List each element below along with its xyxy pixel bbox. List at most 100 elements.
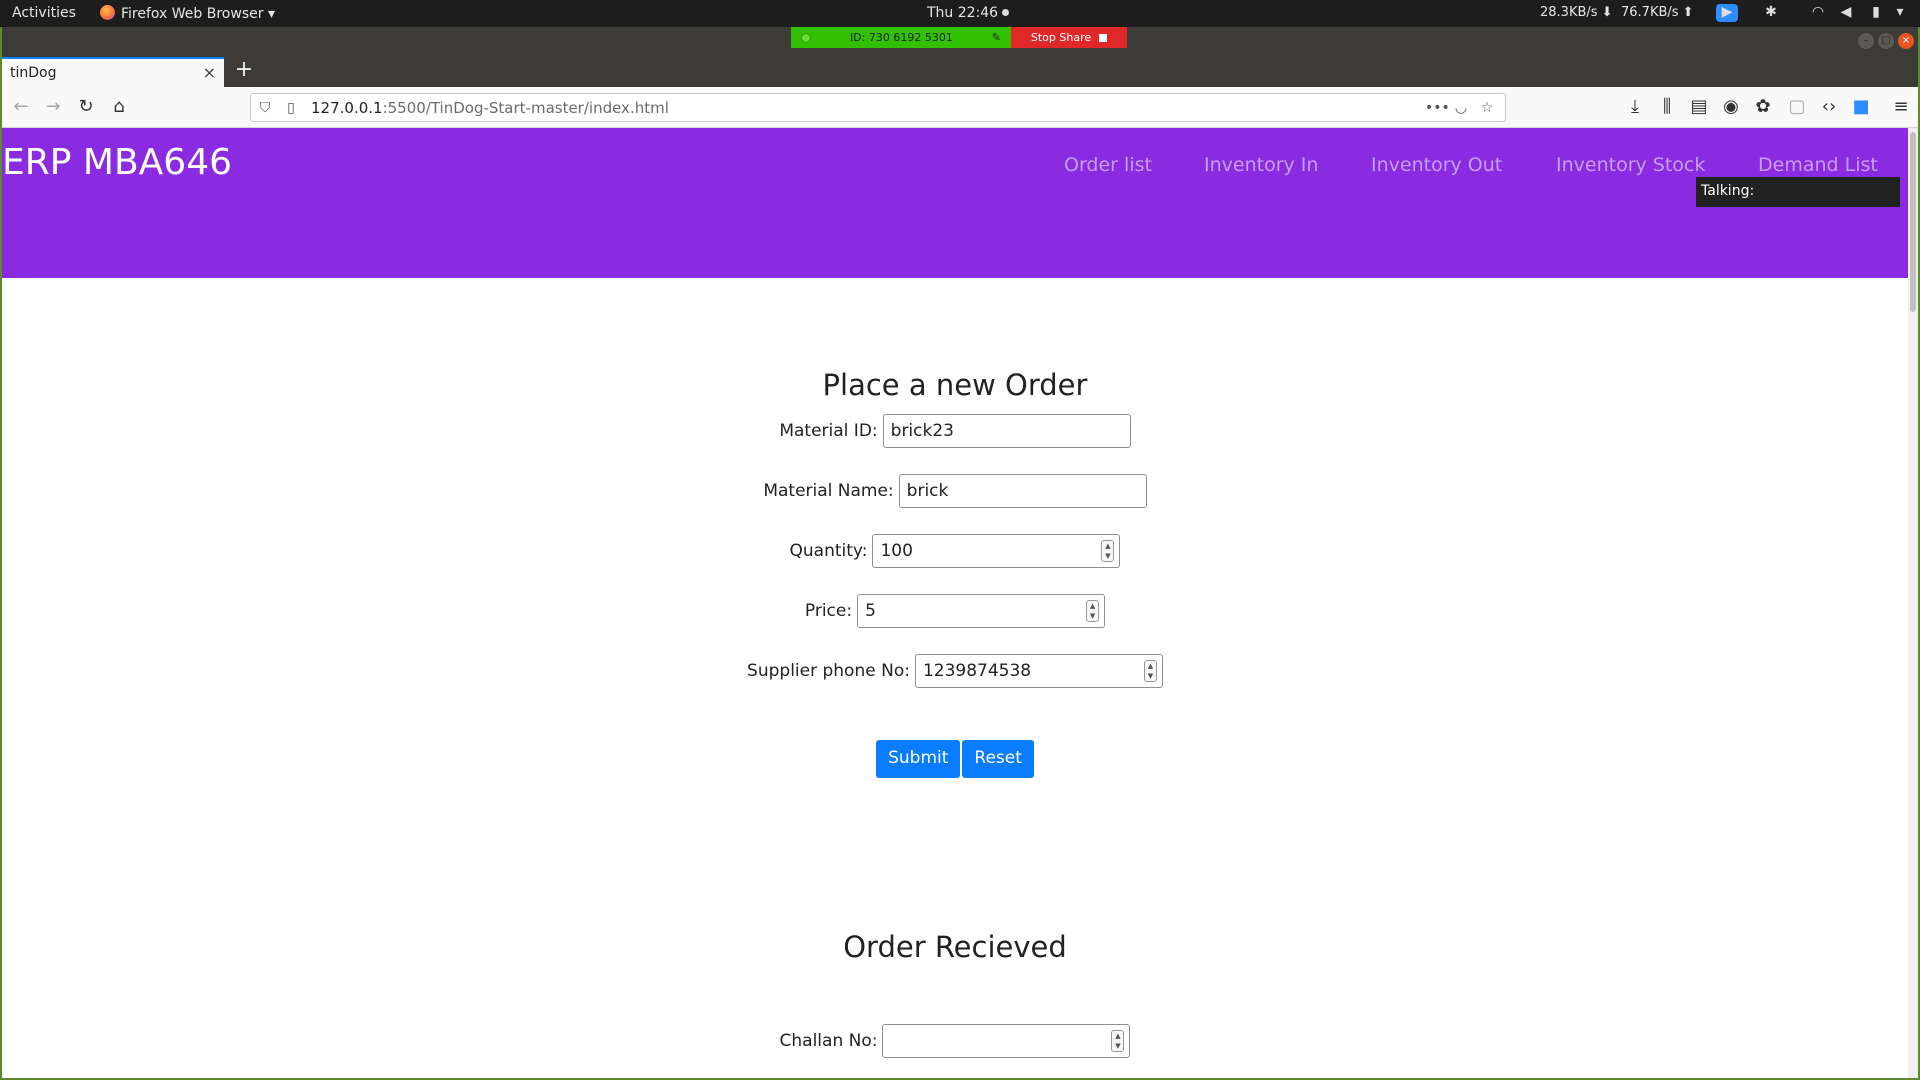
app-menu[interactable]: Firefox Web Browser ▾	[100, 5, 275, 22]
back-icon[interactable]: ←	[10, 96, 32, 118]
order-received-title: Order Recieved	[843, 930, 1067, 964]
challan-label: Challan No:	[779, 1031, 878, 1051]
battery-icon[interactable]: ▮	[1866, 4, 1886, 22]
material-id-value: brick23	[890, 421, 954, 441]
firefox-icon	[100, 5, 115, 20]
site-header: ERP MBA646 Order list Inventory In Inven…	[2, 128, 1908, 278]
net-up-label: 76.7KB/s	[1621, 5, 1679, 20]
material-id-label: Material ID:	[779, 421, 878, 441]
material-id-input[interactable]: brick23	[882, 414, 1131, 448]
page-scrollbar[interactable]	[1908, 128, 1918, 1078]
blank-extension-icon[interactable]: ▢	[1786, 96, 1808, 118]
supplier-phone-label: Supplier phone No:	[747, 661, 910, 681]
challan-stepper[interactable]: ▲ ▼	[1111, 1030, 1125, 1052]
url-bar[interactable]: ⛉ ▯ 127.0.0.1:5500/TinDog-Start-master/i…	[250, 93, 1506, 122]
share-status-icon	[801, 32, 811, 43]
nav-inventory-stock[interactable]: Inventory Stock	[1556, 154, 1705, 176]
sidebar-icon[interactable]: ▤	[1688, 96, 1710, 118]
quantity-value: 100	[880, 541, 913, 561]
challan-row: Challan No: ▲ ▼	[2, 1024, 1908, 1058]
material-name-input[interactable]: brick	[898, 474, 1147, 508]
screen-share-bar: ID: 730 6192 5301 ✎ Stop Share	[791, 27, 1127, 48]
tab-close-icon[interactable]: ×	[203, 63, 216, 82]
price-row: Price: 5 ▲ ▼	[2, 594, 1908, 628]
talking-indicator: Talking:	[1696, 177, 1900, 207]
meeting-id-pill[interactable]: ID: 730 6192 5301 ✎	[791, 27, 1011, 48]
material-name-label: Material Name:	[763, 481, 894, 501]
zoom-tray-icon[interactable]: ▶	[1716, 4, 1738, 22]
stop-icon	[1099, 33, 1108, 42]
bluetooth-icon[interactable]: ✱	[1761, 4, 1781, 22]
quantity-input[interactable]: 100 ▲ ▼	[872, 534, 1121, 568]
net-down: 28.3KB/s ⬇	[1540, 5, 1613, 20]
order-form-title: Place a new Order	[822, 368, 1088, 402]
url-text[interactable]: 127.0.0.1:5500/TinDog-Start-master/index…	[311, 99, 669, 117]
system-top-bar: Activities Firefox Web Browser ▾ Thu 22:…	[0, 0, 1920, 27]
new-tab-icon[interactable]: +	[232, 58, 256, 82]
material-name-value: brick	[906, 481, 949, 501]
shield-icon[interactable]: ⛉	[255, 98, 275, 118]
url-path: :5500/TinDog-Start-master/index.html	[382, 99, 669, 117]
zoom-icon[interactable]: ■	[1850, 96, 1872, 118]
meeting-id-label: ID: 730 6192 5301	[849, 31, 953, 44]
site-brand[interactable]: ERP MBA646	[2, 142, 232, 183]
form-buttons: Submit Reset	[2, 740, 1908, 778]
price-value: 5	[865, 601, 876, 621]
tab-title: tinDog	[10, 65, 57, 81]
price-input[interactable]: 5 ▲ ▼	[857, 594, 1106, 628]
quantity-label: Quantity:	[789, 541, 868, 561]
supplier-phone-value: 1239874538	[922, 661, 1032, 681]
downloads-icon[interactable]: ⤓	[1624, 96, 1646, 118]
title-bar: ID: 730 6192 5301 ✎ Stop Share – □ × tin…	[2, 27, 1918, 87]
pin-icon[interactable]: ✎	[992, 31, 1001, 44]
page-content: ERP MBA646 Order list Inventory In Inven…	[2, 128, 1908, 1078]
reload-icon[interactable]: ↻	[75, 96, 97, 118]
wifi-icon[interactable]: ◠	[1808, 4, 1828, 22]
supplier-phone-stepper[interactable]: ▲ ▼	[1143, 660, 1157, 682]
submit-button[interactable]: Submit	[876, 740, 961, 778]
price-label: Price:	[804, 601, 853, 621]
account-icon[interactable]: ◉	[1720, 96, 1742, 118]
price-stepper[interactable]: ▲ ▼	[1086, 600, 1100, 622]
more-icon[interactable]: •••	[1425, 98, 1450, 118]
menu-icon[interactable]: ≡	[1890, 96, 1912, 118]
scrollbar-thumb[interactable]	[1910, 132, 1916, 312]
system-menu-chevron-icon[interactable]: ▾	[1890, 4, 1910, 22]
reset-button[interactable]: Reset	[962, 740, 1034, 778]
nav-inventory-in[interactable]: Inventory In	[1204, 154, 1318, 176]
quantity-stepper[interactable]: ▲ ▼	[1101, 540, 1115, 562]
close-window-icon[interactable]: ×	[1898, 33, 1914, 49]
supplier-phone-row: Supplier phone No: 1239874538 ▲ ▼	[2, 654, 1908, 688]
maximize-icon[interactable]: □	[1878, 33, 1894, 49]
material-id-row: Material ID: brick23	[2, 414, 1908, 448]
library-icon[interactable]: ⫼	[1656, 96, 1678, 118]
page-icon[interactable]: ▯	[281, 98, 301, 118]
clock-label: Thu 22:46	[927, 5, 999, 21]
notification-dot-icon	[1002, 9, 1010, 16]
stop-share-label: Stop Share	[1030, 31, 1092, 44]
forward-icon[interactable]: →	[42, 96, 64, 118]
app-menu-label: Firefox Web Browser	[121, 6, 264, 22]
url-host: 127.0.0.1	[311, 99, 383, 117]
net-down-label: 28.3KB/s	[1540, 5, 1598, 20]
minimize-icon[interactable]: –	[1858, 33, 1874, 49]
challan-input[interactable]: ▲ ▼	[882, 1024, 1131, 1058]
activities-button[interactable]: Activities	[12, 5, 76, 21]
nav-inventory-out[interactable]: Inventory Out	[1371, 154, 1502, 176]
supplier-phone-input[interactable]: 1239874538 ▲ ▼	[914, 654, 1163, 688]
pocket-icon[interactable]: ◡	[1451, 98, 1471, 118]
net-up: 76.7KB/s ⬆	[1621, 5, 1694, 20]
volume-icon[interactable]: ◀	[1836, 4, 1856, 22]
stop-share-button[interactable]: Stop Share	[1011, 27, 1127, 48]
nav-order-list[interactable]: Order list	[1064, 154, 1152, 176]
quantity-row: Quantity: 100 ▲ ▼	[2, 534, 1908, 568]
extension-icon[interactable]: ✿	[1752, 96, 1774, 118]
tab-tindog[interactable]: tinDog ×	[2, 57, 224, 87]
material-name-row: Material Name: brick	[2, 474, 1908, 508]
devtools-icon[interactable]: ‹›	[1818, 96, 1840, 118]
navigation-toolbar: ← → ↻ ⌂ ⛉ ▯ 127.0.0.1:5500/TinDog-Start-…	[2, 87, 1918, 128]
clock[interactable]: Thu 22:46	[927, 5, 1010, 21]
home-icon[interactable]: ⌂	[108, 96, 130, 118]
nav-demand-list[interactable]: Demand List	[1758, 154, 1878, 176]
bookmark-star-icon[interactable]: ☆	[1477, 98, 1497, 118]
